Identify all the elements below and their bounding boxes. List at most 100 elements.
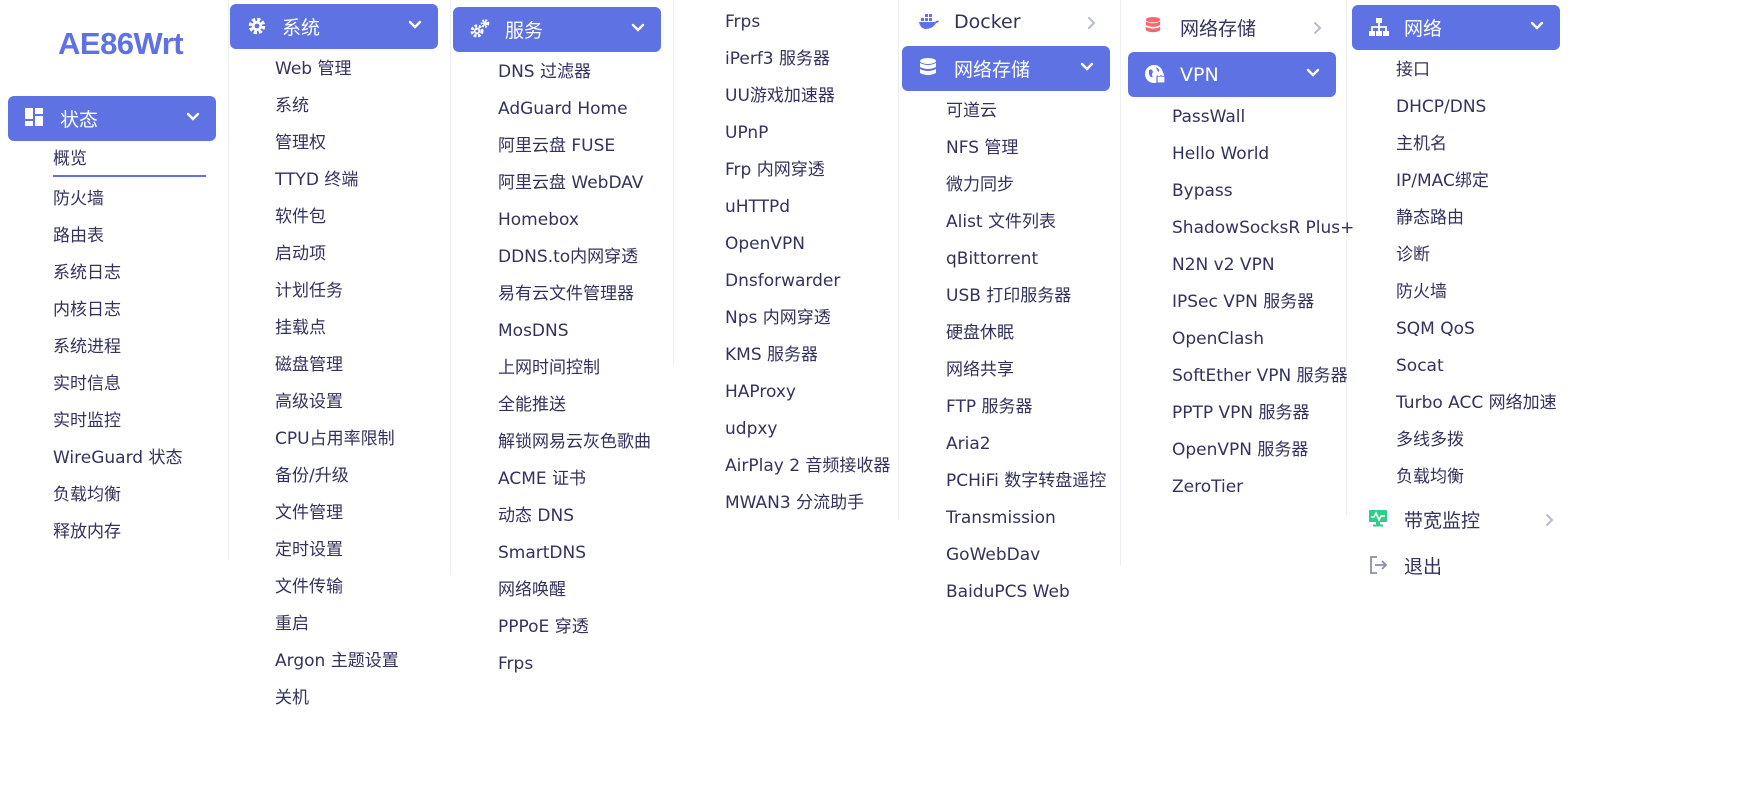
- menu-item[interactable]: SQM QoS: [1346, 309, 1560, 346]
- menu-item[interactable]: 可道云: [896, 91, 1110, 128]
- menu-header-vpn[interactable]: VPN: [1128, 52, 1336, 97]
- menu-item[interactable]: 挂载点: [225, 308, 438, 345]
- menu-item[interactable]: 磁盘管理: [225, 345, 438, 382]
- menu-item[interactable]: 路由表: [3, 216, 216, 253]
- menu-item[interactable]: PCHiFi 数字转盘遥控: [896, 461, 1110, 498]
- menu-header-system[interactable]: 系统: [230, 4, 438, 49]
- menu-item[interactable]: 负载均衡: [1346, 457, 1560, 494]
- menu-item[interactable]: AirPlay 2 音频接收器: [675, 446, 890, 483]
- menu-item[interactable]: 易有云文件管理器: [448, 274, 661, 311]
- menu-item[interactable]: OpenVPN 服务器: [1122, 430, 1336, 467]
- menu-item[interactable]: 多线多拨: [1346, 420, 1560, 457]
- menu-item[interactable]: Dnsforwarder: [675, 261, 890, 298]
- menu-item[interactable]: 系统进程: [3, 327, 216, 364]
- menu-item[interactable]: TTYD 终端: [225, 160, 438, 197]
- menu-header-status[interactable]: 状态: [8, 96, 216, 141]
- menu-item[interactable]: 系统日志: [3, 253, 216, 290]
- menu-item[interactable]: FTP 服务器: [896, 387, 1110, 424]
- menu-item[interactable]: Frps: [675, 2, 890, 39]
- menu-item[interactable]: 内核日志: [3, 290, 216, 327]
- menu-item[interactable]: IPSec VPN 服务器: [1122, 282, 1336, 319]
- menu-item[interactable]: Socat: [1346, 346, 1560, 383]
- menu-item[interactable]: Transmission: [896, 498, 1110, 535]
- menu-item[interactable]: DNS 过滤器: [448, 52, 661, 89]
- menu-item[interactable]: 主机名: [1346, 124, 1560, 161]
- menu-item[interactable]: 文件传输: [225, 567, 438, 604]
- menu-item[interactable]: Hello World: [1122, 134, 1336, 171]
- menu-item[interactable]: 实时信息: [3, 364, 216, 401]
- menu-item[interactable]: 动态 DNS: [448, 496, 661, 533]
- menu-item[interactable]: Web 管理: [225, 49, 438, 86]
- menu-item[interactable]: 网络共享: [896, 350, 1110, 387]
- menu-item[interactable]: udpxy: [675, 409, 890, 446]
- menu-item[interactable]: ShadowSocksR Plus+: [1122, 208, 1354, 245]
- menu-item[interactable]: Frps: [448, 644, 661, 681]
- menu-item[interactable]: 计划任务: [225, 271, 438, 308]
- menu-item[interactable]: 解锁网易云灰色歌曲: [448, 422, 661, 459]
- menu-item[interactable]: 诊断: [1346, 235, 1560, 272]
- menu-header-bandwidth[interactable]: 带宽监控: [1352, 496, 1560, 542]
- menu-header-docker[interactable]: Docker: [902, 0, 1110, 44]
- menu-item[interactable]: iPerf3 服务器: [675, 39, 890, 76]
- menu-item[interactable]: 上网时间控制: [448, 348, 661, 385]
- menu-item[interactable]: IP/MAC绑定: [1346, 161, 1560, 198]
- menu-item[interactable]: 系统: [225, 86, 438, 123]
- menu-header-storage-collapsed[interactable]: 网络存储: [1128, 4, 1336, 50]
- menu-item[interactable]: 网络唤醒: [448, 570, 661, 607]
- menu-item[interactable]: Bypass: [1122, 171, 1336, 208]
- menu-item[interactable]: 实时监控: [3, 401, 216, 438]
- menu-item[interactable]: 全能推送: [448, 385, 661, 422]
- menu-item[interactable]: Aria2: [896, 424, 1110, 461]
- menu-item[interactable]: 软件包: [225, 197, 438, 234]
- menu-item[interactable]: Homebox: [448, 200, 661, 237]
- menu-item[interactable]: HAProxy: [675, 372, 890, 409]
- menu-item[interactable]: WireGuard 状态: [3, 438, 216, 475]
- menu-header-network[interactable]: 网络: [1352, 5, 1560, 50]
- menu-item[interactable]: 启动项: [225, 234, 438, 271]
- menu-item[interactable]: BaiduPCS Web: [896, 572, 1110, 609]
- menu-item[interactable]: uHTTPd: [675, 187, 890, 224]
- menu-item[interactable]: 阿里云盘 WebDAV: [448, 163, 661, 200]
- menu-item[interactable]: 接口: [1346, 50, 1560, 87]
- app-logo[interactable]: AE86Wrt: [58, 26, 184, 62]
- menu-header-services[interactable]: 服务: [453, 7, 661, 52]
- logout-button[interactable]: 退出: [1352, 542, 1560, 588]
- menu-item[interactable]: OpenClash: [1122, 319, 1336, 356]
- menu-item[interactable]: MosDNS: [448, 311, 661, 348]
- menu-item[interactable]: KMS 服务器: [675, 335, 890, 372]
- menu-item[interactable]: 硬盘休眠: [896, 313, 1110, 350]
- menu-item[interactable]: 微力同步: [896, 165, 1110, 202]
- menu-item[interactable]: ACME 证书: [448, 459, 661, 496]
- menu-item[interactable]: UPnP: [675, 113, 890, 150]
- menu-item[interactable]: MWAN3 分流助手: [675, 483, 890, 520]
- menu-item[interactable]: UU游戏加速器: [675, 76, 890, 113]
- menu-item[interactable]: 文件管理: [225, 493, 438, 530]
- menu-item[interactable]: Nps 内网穿透: [675, 298, 890, 335]
- menu-item[interactable]: qBittorrent: [896, 239, 1110, 276]
- menu-item[interactable]: 防火墙: [3, 179, 216, 216]
- menu-item[interactable]: 关机: [225, 678, 438, 715]
- menu-item[interactable]: Alist 文件列表: [896, 202, 1110, 239]
- menu-item[interactable]: N2N v2 VPN: [1122, 245, 1336, 282]
- menu-item[interactable]: Argon 主题设置: [225, 641, 438, 678]
- menu-item[interactable]: 定时设置: [225, 530, 438, 567]
- menu-item[interactable]: 管理权: [225, 123, 438, 160]
- menu-item[interactable]: ZeroTier: [1122, 467, 1336, 504]
- menu-item-overview[interactable]: 概览: [3, 139, 216, 179]
- menu-item[interactable]: AdGuard Home: [448, 89, 661, 126]
- menu-item[interactable]: PassWall: [1122, 97, 1336, 134]
- menu-item[interactable]: DHCP/DNS: [1346, 87, 1560, 124]
- menu-item[interactable]: 阿里云盘 FUSE: [448, 126, 661, 163]
- menu-item[interactable]: PPPoE 穿透: [448, 607, 661, 644]
- menu-item[interactable]: 重启: [225, 604, 438, 641]
- menu-item[interactable]: 备份/升级: [225, 456, 438, 493]
- menu-item[interactable]: NFS 管理: [896, 128, 1110, 165]
- menu-item[interactable]: 静态路由: [1346, 198, 1560, 235]
- menu-item[interactable]: SmartDNS: [448, 533, 661, 570]
- menu-item[interactable]: SoftEther VPN 服务器: [1122, 356, 1348, 393]
- menu-item[interactable]: CPU占用率限制: [225, 419, 438, 456]
- menu-item[interactable]: 释放内存: [3, 512, 216, 549]
- menu-item[interactable]: DDNS.to内网穿透: [448, 237, 661, 274]
- menu-item[interactable]: USB 打印服务器: [896, 276, 1110, 313]
- menu-item[interactable]: OpenVPN: [675, 224, 890, 261]
